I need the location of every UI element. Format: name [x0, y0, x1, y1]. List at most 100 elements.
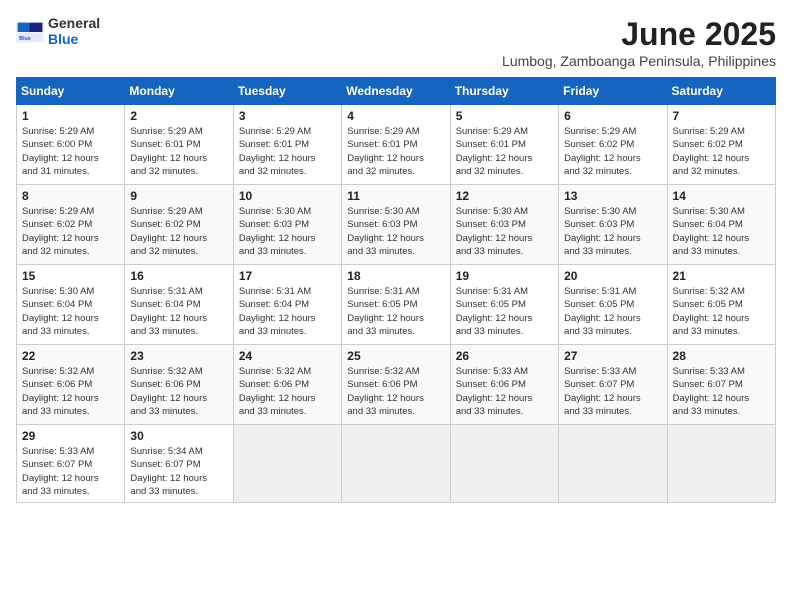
day-number: 26	[456, 349, 553, 363]
day-number: 16	[130, 269, 227, 283]
day-number: 23	[130, 349, 227, 363]
logo: Blue General Blue	[16, 16, 100, 48]
logo-icon: Blue	[16, 21, 44, 43]
day-info: Sunrise: 5:29 AM Sunset: 6:01 PM Dayligh…	[347, 125, 444, 178]
empty-cell	[559, 425, 667, 503]
day-info: Sunrise: 5:33 AM Sunset: 6:07 PM Dayligh…	[673, 365, 770, 418]
day-number: 19	[456, 269, 553, 283]
calendar: Sunday Monday Tuesday Wednesday Thursday…	[16, 77, 776, 503]
day-info: Sunrise: 5:32 AM Sunset: 6:05 PM Dayligh…	[673, 285, 770, 338]
header-tuesday: Tuesday	[233, 78, 341, 105]
day-cell-17: 17 Sunrise: 5:31 AM Sunset: 6:04 PM Dayl…	[233, 265, 341, 345]
day-info: Sunrise: 5:30 AM Sunset: 6:03 PM Dayligh…	[239, 205, 336, 258]
day-cell-30: 30 Sunrise: 5:34 AM Sunset: 6:07 PM Dayl…	[125, 425, 233, 503]
logo-general-text: General	[48, 15, 100, 31]
day-info: Sunrise: 5:30 AM Sunset: 6:04 PM Dayligh…	[22, 285, 119, 338]
day-number: 13	[564, 189, 661, 203]
day-number: 30	[130, 429, 227, 443]
day-number: 21	[673, 269, 770, 283]
day-info: Sunrise: 5:31 AM Sunset: 6:05 PM Dayligh…	[347, 285, 444, 338]
empty-cell	[233, 425, 341, 503]
day-number: 2	[130, 109, 227, 123]
header-friday: Friday	[559, 78, 667, 105]
day-cell-21: 21 Sunrise: 5:32 AM Sunset: 6:05 PM Dayl…	[667, 265, 775, 345]
day-cell-5: 5 Sunrise: 5:29 AM Sunset: 6:01 PM Dayli…	[450, 105, 558, 185]
month-year: June 2025	[502, 16, 776, 53]
logo-blue-text: Blue	[48, 31, 78, 47]
day-number: 17	[239, 269, 336, 283]
day-cell-25: 25 Sunrise: 5:32 AM Sunset: 6:06 PM Dayl…	[342, 345, 450, 425]
day-number: 11	[347, 189, 444, 203]
day-number: 20	[564, 269, 661, 283]
day-number: 27	[564, 349, 661, 363]
title-area: June 2025 Lumbog, Zamboanga Peninsula, P…	[502, 16, 776, 69]
day-number: 3	[239, 109, 336, 123]
day-cell-22: 22 Sunrise: 5:32 AM Sunset: 6:06 PM Dayl…	[17, 345, 125, 425]
day-info: Sunrise: 5:34 AM Sunset: 6:07 PM Dayligh…	[130, 445, 227, 498]
day-number: 24	[239, 349, 336, 363]
day-cell-29: 29 Sunrise: 5:33 AM Sunset: 6:07 PM Dayl…	[17, 425, 125, 503]
day-cell-2: 2 Sunrise: 5:29 AM Sunset: 6:01 PM Dayli…	[125, 105, 233, 185]
day-info: Sunrise: 5:32 AM Sunset: 6:06 PM Dayligh…	[347, 365, 444, 418]
day-info: Sunrise: 5:31 AM Sunset: 6:05 PM Dayligh…	[564, 285, 661, 338]
day-cell-15: 15 Sunrise: 5:30 AM Sunset: 6:04 PM Dayl…	[17, 265, 125, 345]
day-cell-7: 7 Sunrise: 5:29 AM Sunset: 6:02 PM Dayli…	[667, 105, 775, 185]
day-info: Sunrise: 5:29 AM Sunset: 6:01 PM Dayligh…	[130, 125, 227, 178]
day-cell-18: 18 Sunrise: 5:31 AM Sunset: 6:05 PM Dayl…	[342, 265, 450, 345]
day-number: 28	[673, 349, 770, 363]
day-cell-1: 1 Sunrise: 5:29 AM Sunset: 6:00 PM Dayli…	[17, 105, 125, 185]
day-number: 8	[22, 189, 119, 203]
day-cell-4: 4 Sunrise: 5:29 AM Sunset: 6:01 PM Dayli…	[342, 105, 450, 185]
day-info: Sunrise: 5:29 AM Sunset: 6:02 PM Dayligh…	[564, 125, 661, 178]
week-row-4: 22 Sunrise: 5:32 AM Sunset: 6:06 PM Dayl…	[17, 345, 776, 425]
day-number: 4	[347, 109, 444, 123]
week-row-1: 1 Sunrise: 5:29 AM Sunset: 6:00 PM Dayli…	[17, 105, 776, 185]
week-row-3: 15 Sunrise: 5:30 AM Sunset: 6:04 PM Dayl…	[17, 265, 776, 345]
empty-cell	[450, 425, 558, 503]
day-cell-16: 16 Sunrise: 5:31 AM Sunset: 6:04 PM Dayl…	[125, 265, 233, 345]
day-number: 5	[456, 109, 553, 123]
day-cell-11: 11 Sunrise: 5:30 AM Sunset: 6:03 PM Dayl…	[342, 185, 450, 265]
day-cell-19: 19 Sunrise: 5:31 AM Sunset: 6:05 PM Dayl…	[450, 265, 558, 345]
day-number: 18	[347, 269, 444, 283]
day-number: 12	[456, 189, 553, 203]
day-info: Sunrise: 5:30 AM Sunset: 6:03 PM Dayligh…	[564, 205, 661, 258]
day-number: 1	[22, 109, 119, 123]
day-cell-24: 24 Sunrise: 5:32 AM Sunset: 6:06 PM Dayl…	[233, 345, 341, 425]
day-cell-13: 13 Sunrise: 5:30 AM Sunset: 6:03 PM Dayl…	[559, 185, 667, 265]
day-cell-28: 28 Sunrise: 5:33 AM Sunset: 6:07 PM Dayl…	[667, 345, 775, 425]
header-saturday: Saturday	[667, 78, 775, 105]
day-number: 6	[564, 109, 661, 123]
day-cell-20: 20 Sunrise: 5:31 AM Sunset: 6:05 PM Dayl…	[559, 265, 667, 345]
empty-cell	[342, 425, 450, 503]
day-number: 15	[22, 269, 119, 283]
header-wednesday: Wednesday	[342, 78, 450, 105]
header-thursday: Thursday	[450, 78, 558, 105]
day-info: Sunrise: 5:29 AM Sunset: 6:00 PM Dayligh…	[22, 125, 119, 178]
day-info: Sunrise: 5:29 AM Sunset: 6:02 PM Dayligh…	[673, 125, 770, 178]
day-number: 25	[347, 349, 444, 363]
week-row-5: 29 Sunrise: 5:33 AM Sunset: 6:07 PM Dayl…	[17, 425, 776, 503]
header-monday: Monday	[125, 78, 233, 105]
day-cell-23: 23 Sunrise: 5:32 AM Sunset: 6:06 PM Dayl…	[125, 345, 233, 425]
day-number: 7	[673, 109, 770, 123]
day-info: Sunrise: 5:32 AM Sunset: 6:06 PM Dayligh…	[130, 365, 227, 418]
day-info: Sunrise: 5:30 AM Sunset: 6:03 PM Dayligh…	[347, 205, 444, 258]
day-cell-14: 14 Sunrise: 5:30 AM Sunset: 6:04 PM Dayl…	[667, 185, 775, 265]
day-cell-12: 12 Sunrise: 5:30 AM Sunset: 6:03 PM Dayl…	[450, 185, 558, 265]
day-info: Sunrise: 5:33 AM Sunset: 6:07 PM Dayligh…	[22, 445, 119, 498]
day-number: 29	[22, 429, 119, 443]
location: Lumbog, Zamboanga Peninsula, Philippines	[502, 53, 776, 69]
day-number: 9	[130, 189, 227, 203]
svg-text:Blue: Blue	[19, 36, 31, 42]
day-info: Sunrise: 5:30 AM Sunset: 6:03 PM Dayligh…	[456, 205, 553, 258]
day-info: Sunrise: 5:31 AM Sunset: 6:04 PM Dayligh…	[239, 285, 336, 338]
day-info: Sunrise: 5:30 AM Sunset: 6:04 PM Dayligh…	[673, 205, 770, 258]
day-info: Sunrise: 5:29 AM Sunset: 6:01 PM Dayligh…	[239, 125, 336, 178]
day-cell-8: 8 Sunrise: 5:29 AM Sunset: 6:02 PM Dayli…	[17, 185, 125, 265]
day-cell-9: 9 Sunrise: 5:29 AM Sunset: 6:02 PM Dayli…	[125, 185, 233, 265]
day-info: Sunrise: 5:33 AM Sunset: 6:06 PM Dayligh…	[456, 365, 553, 418]
header-sunday: Sunday	[17, 78, 125, 105]
day-info: Sunrise: 5:29 AM Sunset: 6:02 PM Dayligh…	[22, 205, 119, 258]
day-number: 22	[22, 349, 119, 363]
